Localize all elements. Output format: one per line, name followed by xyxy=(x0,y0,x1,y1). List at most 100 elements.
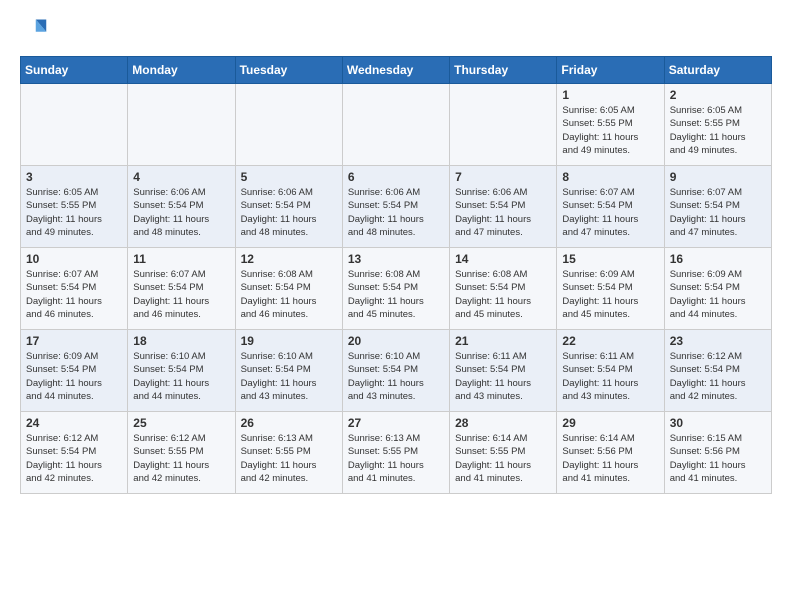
day-info: Sunrise: 6:12 AMSunset: 5:54 PMDaylight:… xyxy=(26,432,122,485)
calendar-cell: 10 Sunrise: 6:07 AMSunset: 5:54 PMDayligh… xyxy=(21,248,128,330)
day-info: Sunrise: 6:07 AMSunset: 5:54 PMDaylight:… xyxy=(26,268,122,321)
logo-icon xyxy=(20,16,48,44)
day-number: 1 xyxy=(562,88,658,102)
day-number: 19 xyxy=(241,334,337,348)
calendar-cell: 27Sunrise: 6:13 AMSunset: 5:55 PMDayligh… xyxy=(342,412,449,494)
calendar-cell: 11 Sunrise: 6:07 AMSunset: 5:54 PMDayligh… xyxy=(128,248,235,330)
weekday-header-sunday: Sunday xyxy=(21,57,128,84)
day-number: 16 xyxy=(670,252,766,266)
weekday-header-saturday: Saturday xyxy=(664,57,771,84)
day-info: Sunrise: 6:05 AMSunset: 5:55 PMDaylight:… xyxy=(562,104,658,157)
day-number: 7 xyxy=(455,170,551,184)
calendar-cell: 15Sunrise: 6:09 AMSunset: 5:54 PMDayligh… xyxy=(557,248,664,330)
day-info: Sunrise: 6:07 AMSunset: 5:54 PMDaylight:… xyxy=(670,186,766,239)
day-info: Sunrise: 6:10 AMSunset: 5:54 PMDaylight:… xyxy=(133,350,229,403)
logo xyxy=(20,16,52,44)
day-info: Sunrise: 6:09 AMSunset: 5:54 PMDaylight:… xyxy=(26,350,122,403)
day-info: Sunrise: 6:08 AMSunset: 5:54 PMDaylight:… xyxy=(241,268,337,321)
day-number: 8 xyxy=(562,170,658,184)
day-number: 3 xyxy=(26,170,122,184)
day-number: 20 xyxy=(348,334,444,348)
week-row-2: 10 Sunrise: 6:07 AMSunset: 5:54 PMDayligh… xyxy=(21,248,772,330)
day-number: 13 xyxy=(348,252,444,266)
day-number: 18 xyxy=(133,334,229,348)
calendar-cell: 16 Sunrise: 6:09 AMSunset: 5:54 PMDayligh… xyxy=(664,248,771,330)
day-info: Sunrise: 6:05 AMSunset: 5:55 PMDaylight:… xyxy=(26,186,122,239)
day-number: 4 xyxy=(133,170,229,184)
calendar-cell xyxy=(21,84,128,166)
calendar-cell xyxy=(235,84,342,166)
calendar-cell: 3 Sunrise: 6:05 AMSunset: 5:55 PMDaylight… xyxy=(21,166,128,248)
week-row-0: 1 Sunrise: 6:05 AMSunset: 5:55 PMDaylight… xyxy=(21,84,772,166)
week-row-1: 3 Sunrise: 6:05 AMSunset: 5:55 PMDaylight… xyxy=(21,166,772,248)
calendar-cell: 6Sunrise: 6:06 AMSunset: 5:54 PMDaylight… xyxy=(342,166,449,248)
day-number: 5 xyxy=(241,170,337,184)
day-info: Sunrise: 6:06 AMSunset: 5:54 PMDaylight:… xyxy=(455,186,551,239)
calendar-cell: 30 Sunrise: 6:15 AMSunset: 5:56 PMDayligh… xyxy=(664,412,771,494)
day-info: Sunrise: 6:08 AMSunset: 5:54 PMDaylight:… xyxy=(348,268,444,321)
week-row-4: 24Sunrise: 6:12 AMSunset: 5:54 PMDayligh… xyxy=(21,412,772,494)
calendar-cell: 13 Sunrise: 6:08 AMSunset: 5:54 PMDayligh… xyxy=(342,248,449,330)
day-info: Sunrise: 6:06 AMSunset: 5:54 PMDaylight:… xyxy=(241,186,337,239)
day-number: 29 xyxy=(562,416,658,430)
day-number: 21 xyxy=(455,334,551,348)
day-info: Sunrise: 6:14 AMSunset: 5:55 PMDaylight:… xyxy=(455,432,551,485)
day-info: Sunrise: 6:12 AMSunset: 5:54 PMDaylight:… xyxy=(670,350,766,403)
calendar-cell: 12 Sunrise: 6:08 AMSunset: 5:54 PMDayligh… xyxy=(235,248,342,330)
day-number: 22 xyxy=(562,334,658,348)
calendar-cell: 9Sunrise: 6:07 AMSunset: 5:54 PMDaylight… xyxy=(664,166,771,248)
day-number: 17 xyxy=(26,334,122,348)
calendar-cell: 26 Sunrise: 6:13 AMSunset: 5:55 PMDayligh… xyxy=(235,412,342,494)
day-info: Sunrise: 6:14 AMSunset: 5:56 PMDaylight:… xyxy=(562,432,658,485)
day-number: 12 xyxy=(241,252,337,266)
calendar-cell: 18 Sunrise: 6:10 AMSunset: 5:54 PMDayligh… xyxy=(128,330,235,412)
day-number: 30 xyxy=(670,416,766,430)
calendar-cell xyxy=(128,84,235,166)
day-info: Sunrise: 6:12 AMSunset: 5:55 PMDaylight:… xyxy=(133,432,229,485)
calendar-cell: 29 Sunrise: 6:14 AMSunset: 5:56 PMDayligh… xyxy=(557,412,664,494)
day-number: 26 xyxy=(241,416,337,430)
day-number: 14 xyxy=(455,252,551,266)
calendar-cell: 8 Sunrise: 6:07 AMSunset: 5:54 PMDaylight… xyxy=(557,166,664,248)
day-info: Sunrise: 6:09 AMSunset: 5:54 PMDaylight:… xyxy=(670,268,766,321)
calendar-cell: 22 Sunrise: 6:11 AMSunset: 5:54 PMDayligh… xyxy=(557,330,664,412)
day-info: Sunrise: 6:10 AMSunset: 5:54 PMDaylight:… xyxy=(348,350,444,403)
calendar-cell: 21 Sunrise: 6:11 AMSunset: 5:54 PMDayligh… xyxy=(450,330,557,412)
header xyxy=(20,16,772,44)
calendar-cell: 17 Sunrise: 6:09 AMSunset: 5:54 PMDayligh… xyxy=(21,330,128,412)
calendar-cell: 25 Sunrise: 6:12 AMSunset: 5:55 PMDayligh… xyxy=(128,412,235,494)
day-info: Sunrise: 6:08 AMSunset: 5:54 PMDaylight:… xyxy=(455,268,551,321)
day-number: 11 xyxy=(133,252,229,266)
day-info: Sunrise: 6:06 AMSunset: 5:54 PMDaylight:… xyxy=(348,186,444,239)
day-info: Sunrise: 6:06 AMSunset: 5:54 PMDaylight:… xyxy=(133,186,229,239)
day-number: 2 xyxy=(670,88,766,102)
weekday-header-friday: Friday xyxy=(557,57,664,84)
day-info: Sunrise: 6:11 AMSunset: 5:54 PMDaylight:… xyxy=(455,350,551,403)
day-info: Sunrise: 6:05 AMSunset: 5:55 PMDaylight:… xyxy=(670,104,766,157)
calendar-cell: 4 Sunrise: 6:06 AMSunset: 5:54 PMDaylight… xyxy=(128,166,235,248)
calendar-cell: 23 Sunrise: 6:12 AMSunset: 5:54 PMDayligh… xyxy=(664,330,771,412)
calendar-cell xyxy=(450,84,557,166)
weekday-header-row: SundayMondayTuesdayWednesdayThursdayFrid… xyxy=(21,57,772,84)
day-number: 25 xyxy=(133,416,229,430)
day-info: Sunrise: 6:07 AMSunset: 5:54 PMDaylight:… xyxy=(562,186,658,239)
page: SundayMondayTuesdayWednesdayThursdayFrid… xyxy=(0,0,792,514)
calendar-cell: 2 Sunrise: 6:05 AMSunset: 5:55 PMDaylight… xyxy=(664,84,771,166)
day-info: Sunrise: 6:11 AMSunset: 5:54 PMDaylight:… xyxy=(562,350,658,403)
day-info: Sunrise: 6:15 AMSunset: 5:56 PMDaylight:… xyxy=(670,432,766,485)
day-info: Sunrise: 6:10 AMSunset: 5:54 PMDaylight:… xyxy=(241,350,337,403)
calendar-cell: 19 Sunrise: 6:10 AMSunset: 5:54 PMDayligh… xyxy=(235,330,342,412)
day-number: 23 xyxy=(670,334,766,348)
day-info: Sunrise: 6:13 AMSunset: 5:55 PMDaylight:… xyxy=(241,432,337,485)
calendar-cell: 24Sunrise: 6:12 AMSunset: 5:54 PMDayligh… xyxy=(21,412,128,494)
day-info: Sunrise: 6:07 AMSunset: 5:54 PMDaylight:… xyxy=(133,268,229,321)
day-number: 15 xyxy=(562,252,658,266)
day-number: 10 xyxy=(26,252,122,266)
calendar-cell: 14 Sunrise: 6:08 AMSunset: 5:54 PMDayligh… xyxy=(450,248,557,330)
calendar-cell: 5 Sunrise: 6:06 AMSunset: 5:54 PMDaylight… xyxy=(235,166,342,248)
calendar-cell xyxy=(342,84,449,166)
week-row-3: 17 Sunrise: 6:09 AMSunset: 5:54 PMDayligh… xyxy=(21,330,772,412)
weekday-header-thursday: Thursday xyxy=(450,57,557,84)
calendar-cell: 28Sunrise: 6:14 AMSunset: 5:55 PMDayligh… xyxy=(450,412,557,494)
calendar-cell: 20 Sunrise: 6:10 AMSunset: 5:54 PMDayligh… xyxy=(342,330,449,412)
